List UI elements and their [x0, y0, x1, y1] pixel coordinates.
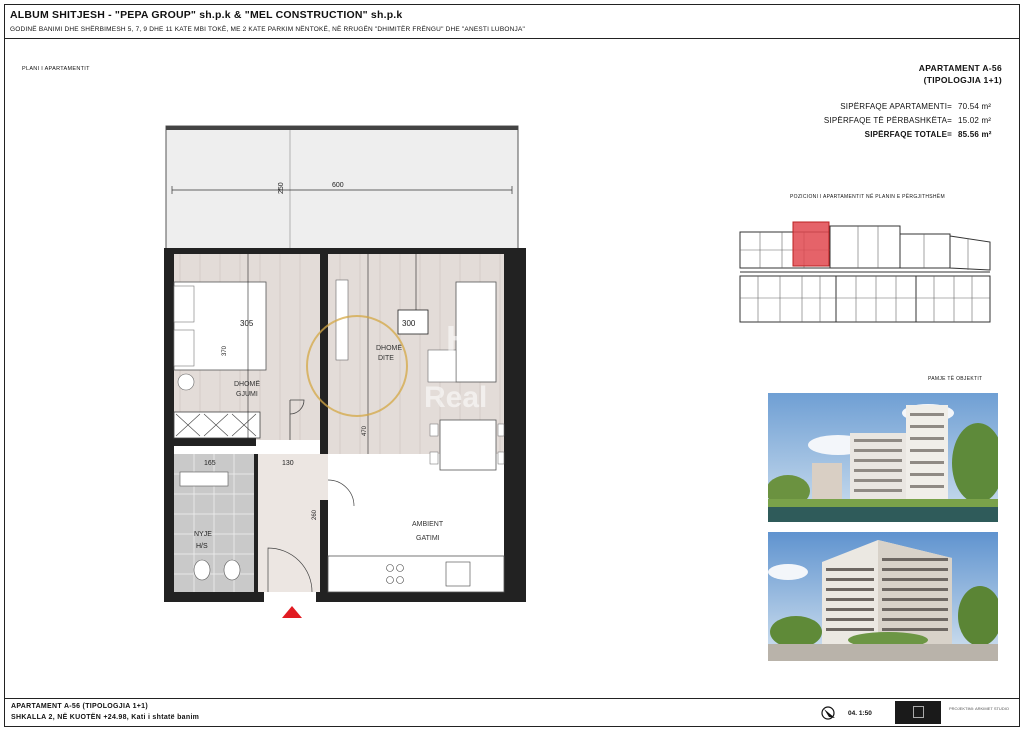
dim-balcony-width: 600 [332, 182, 344, 189]
position-caption: POZICIONI I APARTAMENTIT NË PLANIN E PËR… [790, 194, 945, 200]
key-site-plan [739, 221, 991, 323]
highlighted-apartment [792, 221, 830, 267]
dim-living-width: 300 [402, 319, 416, 328]
dim-living-depth: 470 [362, 425, 368, 436]
title-block-footer: APARTAMENT A-56 (TIPOLOGJIA 1+1) SHKALLA… [5, 698, 1019, 726]
kitchen-counter [327, 555, 505, 593]
kitchen-label-2: GATIMI [416, 535, 440, 542]
north-arrow-icon [821, 706, 835, 720]
dim-hall-length: 260 [312, 509, 318, 520]
dim-balcony-height: 250 [278, 182, 285, 194]
apartment-id: APARTAMENT A-56 [918, 63, 1002, 73]
dining-table [439, 419, 497, 471]
dim-bedroom-depth: 370 [222, 345, 228, 356]
entrance-marker [282, 606, 302, 618]
views-caption: PAMJE TË OBJEKTIT [928, 376, 983, 382]
section-label: PLANI I APARTAMENTIT [22, 66, 90, 72]
album-subtitle: GODINË BANIMI DHE SHËRBIMESH 5, 7, 9 DHE… [10, 26, 525, 33]
dim-bathroom-width: 165 [204, 460, 216, 467]
dim-hall-width: 130 [282, 460, 294, 467]
studio-logo [895, 701, 941, 724]
footer-floor-level: SHKALLA 2, NË KUOTËN +24.98, Kati i shta… [11, 714, 200, 721]
building-render-2 [768, 532, 998, 661]
studio-logo-text: PROJEKTIMI: ARKIMET STUDIO [949, 706, 1009, 711]
watermark-text-2: Real [424, 381, 488, 414]
apartment-typology: (TIPOLOGJIA 1+1) [923, 75, 1002, 85]
area-table: SIPËRFAQE APARTAMENTI= 70.54 m² SIPËRFAQ… [777, 100, 1002, 142]
building-render-1 [768, 393, 998, 522]
title-block-header: ALBUM SHITJESH - "PEPA GROUP" sh.p.k & "… [5, 5, 1019, 39]
bathroom-label-1: NYJE [194, 531, 212, 538]
bedroom-label-1: DHOMË [234, 380, 260, 388]
dim-bedroom-width: 305 [240, 319, 254, 328]
area-row-apartment: SIPËRFAQE APARTAMENTI= 70.54 m² [840, 102, 992, 111]
apartment-title: APARTAMENT A-56 (TIPOLOGJIA 1+1) [919, 62, 1002, 86]
sheet-number-scale: 04. 1:50 [848, 710, 872, 717]
bedroom-label-2: GJUMI [236, 391, 258, 398]
watermark-text-1: Ho [446, 318, 494, 359]
footer-apartment-type: APARTAMENT A-56 (TIPOLOGJIA 1+1) [11, 703, 148, 710]
bathroom-label-2: H/S [196, 543, 208, 550]
kitchen-label-1: AMBIENT [412, 521, 444, 528]
area-row-total: SIPËRFAQE TOTALE= 85.56 m² [864, 130, 992, 139]
logo-mark-icon [913, 706, 924, 718]
area-row-common: SIPËRFAQE TË PËRBASHKËTA= 15.02 m² [823, 116, 992, 125]
album-title: ALBUM SHITJESH - "PEPA GROUP" sh.p.k & "… [10, 9, 403, 21]
watermark-logo [306, 315, 408, 417]
